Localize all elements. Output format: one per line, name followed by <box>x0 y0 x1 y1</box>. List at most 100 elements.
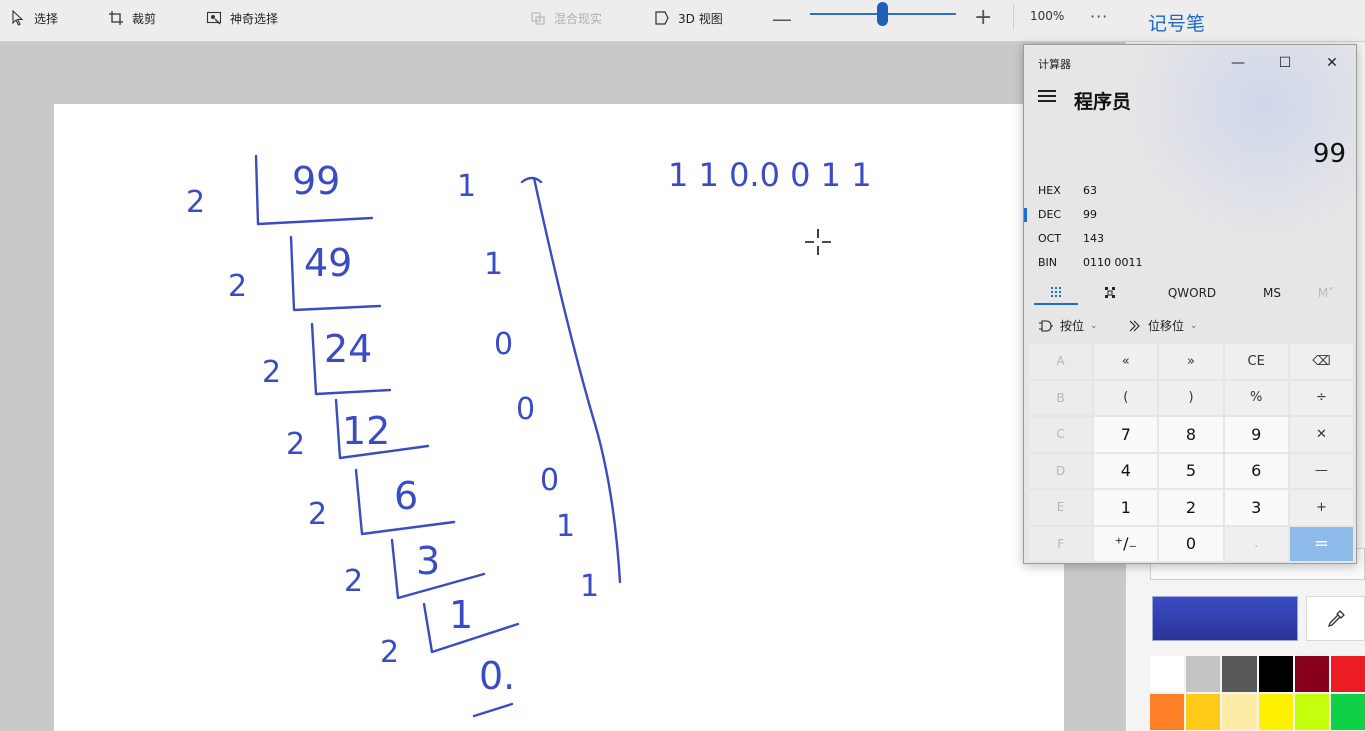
color-swatch[interactable] <box>1258 694 1293 730</box>
minimize-button[interactable]: — <box>1215 51 1261 75</box>
radix-row-dec[interactable]: DEC 99 <box>1024 204 1356 226</box>
key-4[interactable]: ⌫ <box>1289 344 1353 379</box>
quotient-ink: 24 <box>324 327 372 371</box>
key-7[interactable]: ) <box>1159 380 1223 415</box>
final-underline <box>472 702 514 718</box>
selected-color-preview[interactable] <box>1152 596 1298 641</box>
full-keypad-tab[interactable] <box>1028 279 1084 307</box>
calculator-keypad: A «» CE ⌫ B()% ÷ C 7 8 9 ✕ D 4 5 6— E 1 2 3 + F ⁺∕₋ 0. = <box>1029 344 1353 561</box>
radix-name: BIN <box>1038 256 1058 269</box>
zoom-in-button[interactable]: + <box>974 5 992 30</box>
bitshift-dropdown[interactable]: 位移位 ⌄ <box>1128 317 1198 334</box>
color-swatch[interactable] <box>1186 694 1221 730</box>
color-swatch[interactable] <box>1294 656 1329 692</box>
key-28[interactable]: . <box>1224 526 1288 561</box>
eyedropper-button[interactable] <box>1306 596 1365 641</box>
divisor-ink: 2 <box>308 497 327 532</box>
key-9[interactable]: ÷ <box>1289 380 1353 415</box>
color-swatch[interactable] <box>1330 656 1365 692</box>
key-27[interactable]: 0 <box>1159 526 1223 561</box>
zoom-level[interactable]: 100% <box>1030 9 1064 23</box>
radix-value: 0110 0011 <box>1083 256 1143 269</box>
view-3d-icon <box>655 11 669 25</box>
key-hex-20[interactable]: E <box>1029 490 1093 525</box>
quotient-ink: 1 <box>449 593 473 637</box>
remainder-ink: 0 <box>540 463 559 498</box>
key-17[interactable]: 5 <box>1159 453 1223 488</box>
mixed-reality-icon <box>531 12 545 25</box>
color-swatch[interactable] <box>1330 694 1365 730</box>
zoom-slider-thumb[interactable] <box>877 2 888 26</box>
bitwise-dropdown[interactable]: 按位 ⌄ <box>1038 317 1098 334</box>
key-hex-0[interactable]: A <box>1029 344 1093 379</box>
key-3[interactable]: CE <box>1224 344 1288 379</box>
radix-value: 63 <box>1083 184 1097 197</box>
chevron-down-icon: ⌄ <box>1090 320 1098 331</box>
key-18[interactable]: 6 <box>1224 453 1288 488</box>
more-options-button[interactable]: ··· <box>1090 7 1108 26</box>
close-button[interactable]: ✕ <box>1309 51 1355 75</box>
color-swatch[interactable] <box>1222 656 1257 692</box>
crop-icon <box>109 11 123 25</box>
key-14[interactable]: ✕ <box>1289 417 1353 452</box>
remainder-ink: 1 <box>556 509 575 544</box>
magic-select-tool[interactable]: 神奇选择 <box>206 0 278 36</box>
key-8[interactable]: % <box>1224 380 1288 415</box>
key-22[interactable]: 2 <box>1159 490 1223 525</box>
divisor-ink: 2 <box>228 269 247 304</box>
zoom-out-button[interactable]: — <box>772 7 792 31</box>
key-24[interactable]: + <box>1289 490 1353 525</box>
bit-operations-row: 按位 ⌄ 位移位 ⌄ <box>1024 311 1356 341</box>
key-21[interactable]: 1 <box>1094 490 1158 525</box>
key-1[interactable]: « <box>1094 344 1158 379</box>
color-swatch[interactable] <box>1150 694 1185 730</box>
key-hex-15[interactable]: D <box>1029 453 1093 488</box>
brush-panel-title: 记号笔 <box>1148 13 1206 35</box>
color-swatch[interactable] <box>1258 656 1293 692</box>
remainder-ink: 1 <box>457 169 476 204</box>
divisor-ink: 2 <box>380 635 399 670</box>
programmer-tabs: QWORD MS M˅ <box>1024 279 1356 307</box>
key-26[interactable]: ⁺∕₋ <box>1094 526 1158 561</box>
memory-store-button[interactable]: MS <box>1246 279 1298 307</box>
color-swatch[interactable] <box>1294 694 1329 730</box>
key-23[interactable]: 3 <box>1224 490 1288 525</box>
divisor-ink: 2 <box>286 427 305 462</box>
key-hex-10[interactable]: C <box>1029 417 1093 452</box>
key-2[interactable]: » <box>1159 344 1223 379</box>
color-swatch[interactable] <box>1222 694 1257 730</box>
bit-toggle-tab[interactable] <box>1084 279 1136 307</box>
paint3d-toolbar: 选择 裁剪 神奇选择 混合现实 3D 视图 — + 100% ··· 记号笔 <box>0 0 1365 42</box>
key-6[interactable]: ( <box>1094 380 1158 415</box>
cursor-arrow-icon <box>12 10 24 26</box>
calculator-window[interactable]: 计算器 — ☐ ✕ 程序员 99 HEX 63 DEC 99 OCT 143 BIN 0110… <box>1023 44 1357 564</box>
radix-row-bin[interactable]: BIN 0110 0011 <box>1024 252 1356 274</box>
key-11[interactable]: 7 <box>1094 417 1158 452</box>
drawing-canvas[interactable]: 99 49 24 12 6 3 1 0. 2 2 2 2 2 2 2 1 1 0 0 0 1 1 1 1 0.0 0 1 1 <box>54 104 1064 731</box>
hamburger-menu-icon[interactable] <box>1038 90 1056 104</box>
key-hex-25[interactable]: F <box>1029 526 1093 561</box>
key-19[interactable]: — <box>1289 453 1353 488</box>
view-3d-label: 3D 视图 <box>678 11 723 26</box>
radix-row-oct[interactable]: OCT 143 <box>1024 228 1356 250</box>
key-13[interactable]: 9 <box>1224 417 1288 452</box>
key-29[interactable]: = <box>1289 526 1353 561</box>
bitshift-icon <box>1129 320 1140 331</box>
magic-select-icon <box>206 11 222 25</box>
select-tool[interactable]: 选择 <box>10 0 58 36</box>
mixed-reality-tool[interactable]: 混合现实 <box>530 0 602 36</box>
keypad-grid-icon <box>1051 287 1061 297</box>
maximize-button[interactable]: ☐ <box>1262 51 1308 75</box>
memory-recall-button[interactable]: M˅ <box>1302 279 1350 307</box>
radix-row-hex[interactable]: HEX 63 <box>1024 180 1356 202</box>
key-hex-5[interactable]: B <box>1029 380 1093 415</box>
remainder-ink: 1 <box>484 247 503 282</box>
color-swatch[interactable] <box>1186 656 1221 692</box>
key-16[interactable]: 4 <box>1094 453 1158 488</box>
view-3d-tool[interactable]: 3D 视图 <box>654 0 723 36</box>
bitwise-label: 按位 <box>1060 319 1085 333</box>
crop-tool[interactable]: 裁剪 <box>108 0 156 36</box>
color-swatch[interactable] <box>1150 656 1185 692</box>
word-size-button[interactable]: QWORD <box>1156 279 1228 307</box>
key-12[interactable]: 8 <box>1159 417 1223 452</box>
